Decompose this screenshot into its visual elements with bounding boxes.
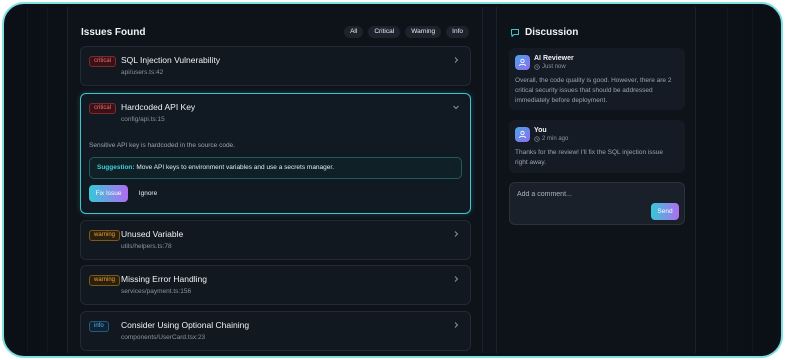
chevron-right-icon[interactable] (452, 275, 460, 283)
clock-icon (534, 64, 540, 70)
severity-badge: warning (89, 230, 121, 241)
issue-title: Consider Using Optional Chaining (121, 320, 250, 330)
severity-badge: critical (89, 103, 117, 114)
user-icon (519, 58, 526, 67)
message-you: You 2 min ago Thanks for the review! I'l… (509, 120, 685, 173)
issue-path: config/api.ts:15 (121, 116, 165, 123)
discussion-panel: Discussion AI Reviewer Just now Overall,… (496, 7, 696, 353)
avatar (515, 55, 530, 70)
severity-badge: critical (89, 56, 117, 67)
message-time-text: 2 min ago (542, 136, 569, 142)
issue-title: SQL Injection Vulnerability (121, 55, 221, 65)
message-time: Just now (534, 64, 566, 70)
issue-path: services/payment.ts:156 (121, 288, 192, 295)
user-icon (519, 130, 526, 139)
message-time-text: Just now (542, 64, 566, 70)
message-time: 2 min ago (534, 136, 568, 142)
clock-icon (534, 136, 540, 142)
issue-title: Unused Variable (121, 229, 184, 239)
suggestion-label: Suggestion: (97, 164, 135, 171)
issue-card-unused-variable[interactable]: warning Unused Variable utils/helpers.ts… (80, 220, 471, 260)
chevron-right-icon[interactable] (452, 56, 460, 64)
message-ai-reviewer: AI Reviewer Just now Overall, the code q… (509, 48, 685, 110)
avatar (515, 127, 530, 142)
filter-info[interactable]: Info (446, 26, 469, 38)
issues-title: Issues Found (81, 27, 146, 38)
send-button[interactable]: Send (651, 203, 679, 220)
issue-title: Missing Error Handling (121, 274, 207, 284)
message-author: You (534, 127, 547, 134)
issues-panel: Issues Found All Critical Warning Info c… (67, 7, 483, 353)
discussion-title: Discussion (525, 27, 579, 38)
filter-all[interactable]: All (344, 26, 364, 38)
severity-badge: warning (89, 275, 121, 286)
ignore-button[interactable]: Ignore (132, 185, 164, 202)
suggestion-text: Move API keys to environment variables a… (136, 164, 335, 171)
filter-chips: All Critical Warning Info (344, 26, 469, 38)
issue-path: utils/helpers.ts:78 (121, 243, 172, 250)
issue-path: api/users.ts:42 (121, 69, 164, 76)
issue-card-optional-chaining[interactable]: info Consider Using Optional Chaining co… (80, 311, 471, 351)
issue-card-sql-injection[interactable]: critical SQL Injection Vulnerability api… (80, 46, 471, 86)
filter-warning[interactable]: Warning (405, 26, 442, 38)
fix-issue-button[interactable]: Fix Issue (89, 185, 128, 202)
comment-box: Send (509, 182, 685, 225)
issue-description: Sensitive API key is hardcoded in the so… (89, 142, 235, 149)
issue-path: components/UserCard.tsx:23 (121, 334, 206, 341)
app-screen: Issues Found All Critical Warning Info c… (7, 7, 778, 353)
message-text: Overall, the code quality is good. Howev… (515, 77, 672, 104)
message-text: Thanks for the review! I'll fix the SQL … (515, 149, 664, 166)
discussion-header: Discussion (510, 27, 578, 38)
chevron-right-icon[interactable] (452, 230, 460, 238)
issue-card-hardcoded-api-key[interactable]: critical Hardcoded API Key config/api.ts… (80, 93, 471, 214)
suggestion-box: Suggestion: Move API keys to environment… (89, 157, 462, 179)
message-author: AI Reviewer (534, 55, 574, 62)
app-window: Issues Found All Critical Warning Info c… (2, 2, 783, 358)
issue-title: Hardcoded API Key (121, 102, 196, 112)
severity-badge: info (89, 321, 109, 332)
chevron-down-icon[interactable] (452, 103, 460, 111)
filter-critical[interactable]: Critical (368, 26, 401, 38)
chevron-right-icon[interactable] (452, 321, 460, 329)
chat-bubble-icon (510, 28, 520, 38)
comment-input[interactable] (517, 189, 667, 199)
issue-card-missing-error-handling[interactable]: warning Missing Error Handling services/… (80, 265, 471, 305)
